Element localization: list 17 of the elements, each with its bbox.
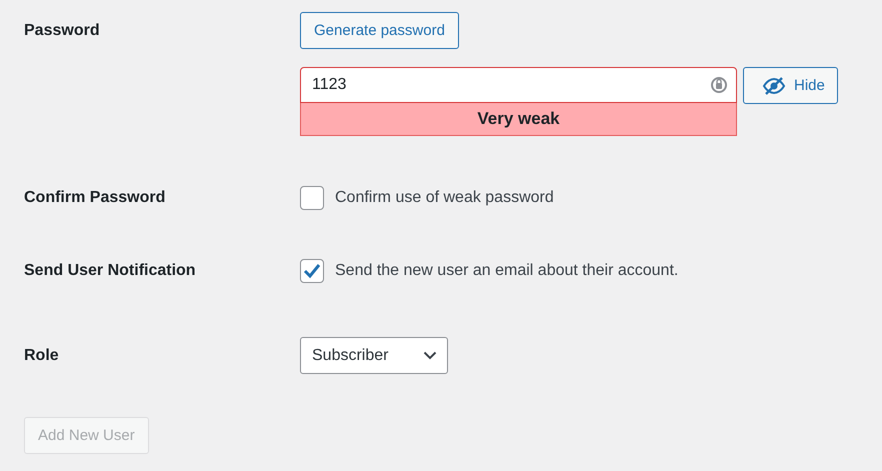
- field-label: Role: [24, 346, 60, 364]
- chevron-down-icon: [423, 351, 437, 360]
- check-icon: [303, 263, 321, 279]
- lock-icon: [710, 75, 728, 95]
- field-label: Password: [24, 21, 101, 41]
- role-dropdown[interactable]: Subscriber: [300, 337, 448, 374]
- checkbox[interactable]: [300, 186, 324, 210]
- password-field[interactable]: 1123: [300, 67, 737, 103]
- hide-button[interactable]: Hide: [743, 67, 838, 104]
- field-label: Send User Notification: [24, 262, 197, 280]
- checkbox[interactable]: [300, 259, 324, 283]
- checkbox-label: Confirm use of weak password: [335, 189, 554, 207]
- strength-meter: Very weak: [300, 103, 737, 136]
- checkbox-label: Send the new user an email about their account.: [335, 262, 678, 280]
- field-label: Confirm Password: [24, 189, 166, 207]
- eye-slash-icon: [762, 76, 786, 96]
- generate-password-button[interactable]: Generate password: [300, 12, 459, 49]
